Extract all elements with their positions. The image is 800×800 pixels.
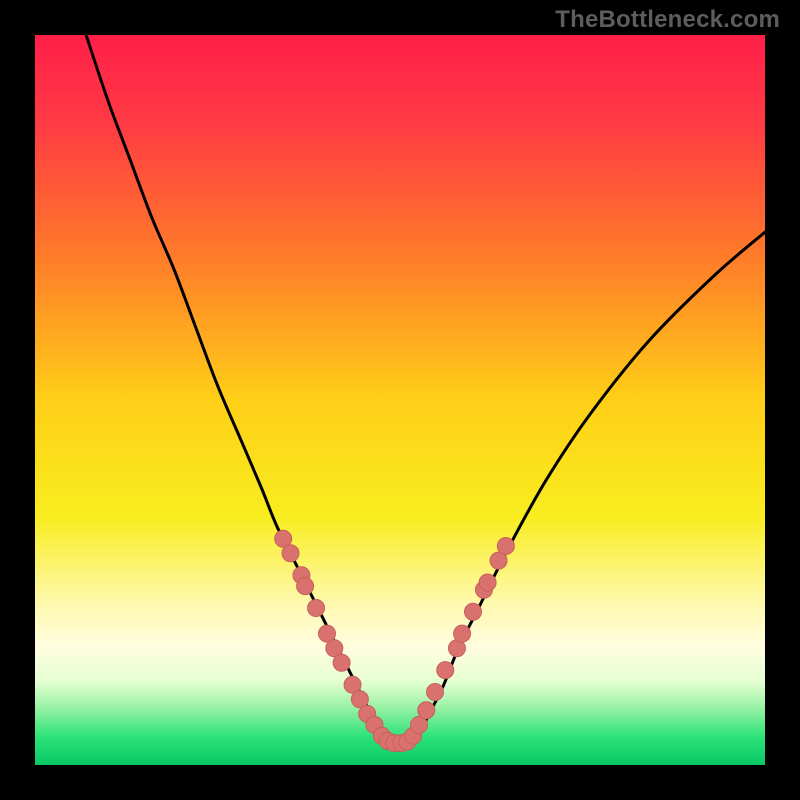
curve-marker (297, 578, 314, 595)
curve-marker (454, 625, 471, 642)
curve-marker (465, 603, 482, 620)
plot-area (35, 35, 765, 765)
curve-marker (497, 538, 514, 555)
chart-svg (35, 35, 765, 765)
curve-marker (427, 684, 444, 701)
curve-marker (418, 702, 435, 719)
curve-marker (282, 545, 299, 562)
watermark-label: TheBottleneck.com (555, 6, 780, 34)
curve-marker (479, 574, 496, 591)
curve-marker (437, 662, 454, 679)
curve-marker (333, 654, 350, 671)
curve-marker (308, 600, 325, 617)
gradient-background (35, 35, 765, 765)
outer-frame: TheBottleneck.com (0, 0, 800, 800)
